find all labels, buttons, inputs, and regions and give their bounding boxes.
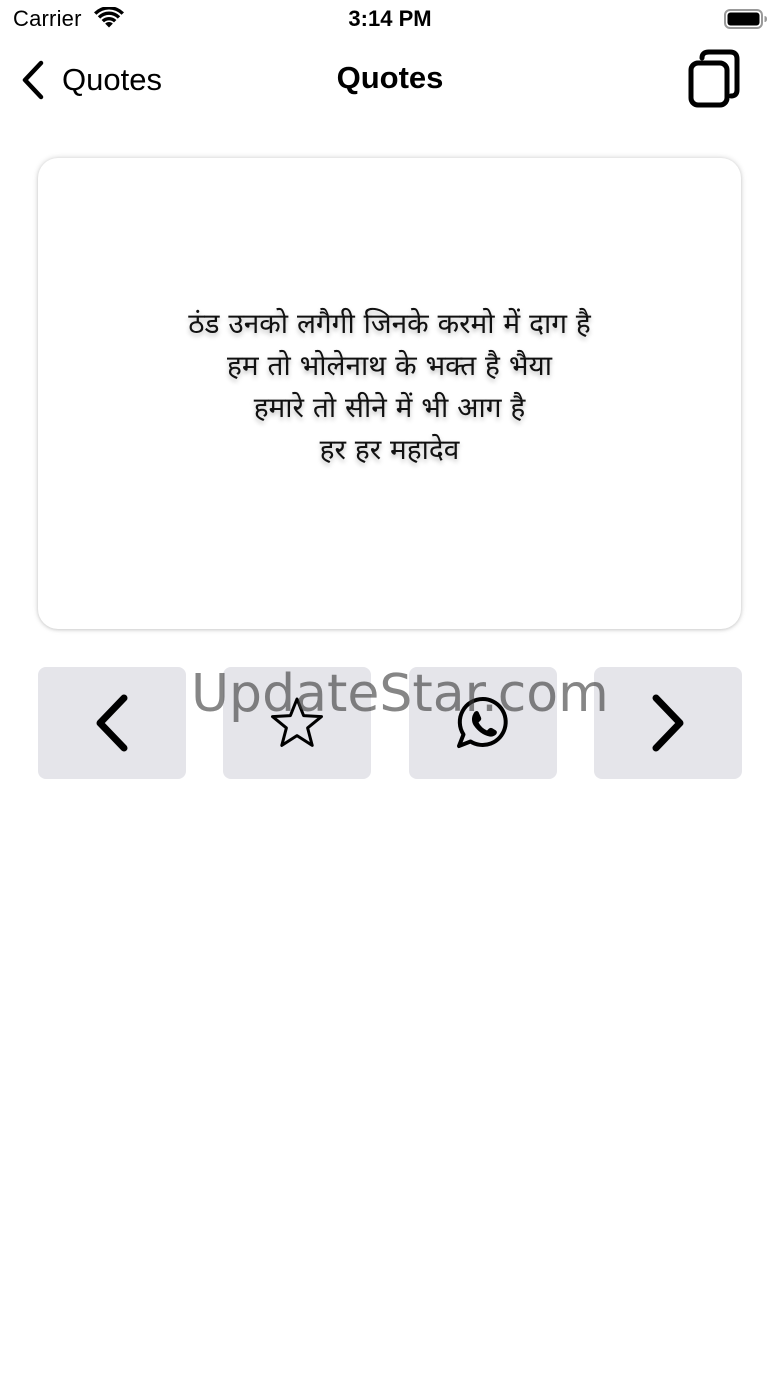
clock: 3:14 PM xyxy=(348,6,432,31)
quote-line: हमारे तो सीने में भी आग है xyxy=(253,390,526,424)
chevron-left-icon xyxy=(96,694,128,752)
favorite-button[interactable] xyxy=(223,667,371,779)
battery-icon xyxy=(724,9,768,29)
chevron-right-icon xyxy=(652,694,684,752)
whatsapp-share-button[interactable] xyxy=(409,667,557,779)
quote-line: हर हर महादेव xyxy=(319,432,460,466)
copy-icon xyxy=(688,49,740,108)
quote-text: ठंड उनको लगैगी जिनके करमो में दाग है हम … xyxy=(188,303,590,471)
whatsapp-icon xyxy=(457,696,508,748)
page-title: Quotes xyxy=(336,60,444,95)
quote-line: ठंड उनको लगैगी जिनके करमो में दाग है xyxy=(188,306,591,340)
navigation-bar: Quotes Quotes xyxy=(0,40,780,124)
quote-line: हम तो भोलेनाथ के भक्त है भैया xyxy=(226,348,553,382)
star-icon xyxy=(271,697,323,747)
previous-quote-button[interactable] xyxy=(38,667,186,779)
copy-button[interactable] xyxy=(686,48,742,110)
status-bar: Carrier 3:14 PM xyxy=(0,0,780,40)
quote-card: ठंड उनको लगैगी जिनके करमो में दाग है हम … xyxy=(38,158,741,629)
action-bar xyxy=(38,667,742,779)
next-quote-button[interactable] xyxy=(594,667,742,779)
